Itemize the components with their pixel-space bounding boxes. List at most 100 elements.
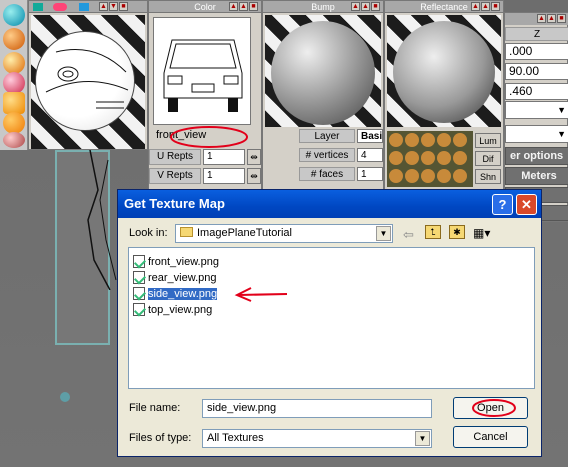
dialog-titlebar[interactable]: Get Texture Map ? ✕ <box>118 190 541 218</box>
chevron-down-icon[interactable]: ▼ <box>376 226 391 241</box>
annotation-circle <box>170 126 248 148</box>
u-repts-link-icon[interactable]: ⇹ <box>247 149 261 165</box>
bump-panel-title-text: Bump <box>311 2 335 12</box>
color-panel-close-icon[interactable]: ■ <box>249 2 258 11</box>
up-folder-icon[interactable]: ⮤ <box>425 225 441 239</box>
viewport-marker <box>60 392 70 402</box>
material-swatch-grid[interactable] <box>387 131 473 187</box>
preview-panel: ▲ ▼ ■ <box>28 0 148 150</box>
look-in-label: Look in: <box>129 227 168 239</box>
coord-value-1[interactable]: .000 <box>505 43 568 60</box>
color-panel-title-text: Color <box>194 2 216 12</box>
meters-button[interactable]: Meters <box>505 167 568 185</box>
preview-sphere <box>35 31 135 131</box>
file-icon <box>133 303 145 316</box>
reflectance-panel-title-text: Reflectance <box>420 2 468 12</box>
file-name: rear_view.png <box>148 272 217 284</box>
color-panel-expand-icon[interactable]: ▲ <box>229 2 238 11</box>
coord-dropdown-2[interactable]: ▼ <box>505 125 568 143</box>
help-button[interactable]: ? <box>492 194 513 215</box>
coord-collapse-icon[interactable]: ▲ <box>547 14 556 23</box>
dropper-tool-icon[interactable] <box>3 72 25 94</box>
bump-panel-title: Bump ▲ ▲ ■ <box>263 1 383 13</box>
folder-icon <box>180 227 193 237</box>
bump-collapse-icon[interactable]: ▲ <box>361 2 370 11</box>
coord-value-2[interactable]: 90.00 <box>505 63 568 80</box>
bump-sphere <box>271 21 375 125</box>
files-of-type-value: All Textures <box>207 432 264 444</box>
files-of-type-dropdown[interactable]: All Textures ▼ <box>202 429 432 448</box>
file-name: top_view.png <box>148 304 213 316</box>
bump-panel: Bump ▲ ▲ ■ Layer # vertices 4 # faces 1 … <box>262 0 384 190</box>
cylinder-tool-icon[interactable] <box>3 92 25 114</box>
faces-value: 1 <box>357 167 383 181</box>
panel-min-icon[interactable]: ▲ <box>99 2 108 11</box>
reflectance-panel: Reflectance ▲ ▲ ■ Lum Dif Shn <box>384 0 504 190</box>
back-arrow-icon[interactable]: ⇦ <box>403 227 414 243</box>
options-button[interactable]: er options <box>505 147 568 165</box>
color-texture-thumbnail[interactable] <box>153 17 251 125</box>
v-repts-label: V Repts <box>149 168 201 184</box>
bump-preview[interactable] <box>265 15 381 127</box>
file-icon <box>133 255 145 268</box>
file-icon <box>133 271 145 284</box>
layer-value[interactable]: Basi <box>357 129 383 143</box>
files-of-type-label: Files of type: <box>129 432 192 444</box>
color-panel-collapse-icon[interactable]: ▲ <box>239 2 248 11</box>
bump-close-icon[interactable]: ■ <box>371 2 380 11</box>
dropdown-arrow-icon: ▼ <box>557 105 566 115</box>
reflectance-preview[interactable] <box>387 15 501 127</box>
z-header: Z <box>505 27 568 41</box>
view-menu-icon[interactable]: ▦▾ <box>473 226 490 240</box>
file-item-selected[interactable]: side_view.png <box>133 286 218 302</box>
preview-canvas[interactable] <box>31 15 145 149</box>
file-list[interactable]: front_view.png rear_view.png side_view.p… <box>128 247 535 389</box>
shn-button[interactable]: Shn <box>475 169 501 184</box>
material-icon[interactable] <box>53 3 67 11</box>
coord-dropdown-1[interactable]: ▼ <box>505 101 568 119</box>
color-panel: Color ▲ ▲ ■ front_view U Repts 1 ⇹ V Rep… <box>148 0 262 190</box>
coord-close-icon[interactable]: ■ <box>557 14 566 23</box>
dif-button[interactable]: Dif <box>475 151 501 166</box>
layer-label: Layer <box>299 129 355 143</box>
gem-icon[interactable] <box>79 3 89 11</box>
lum-button[interactable]: Lum <box>475 133 501 148</box>
new-folder-icon[interactable]: ✱ <box>449 225 465 239</box>
close-button[interactable]: ✕ <box>516 194 537 215</box>
sphere-tool-icon[interactable] <box>3 4 25 26</box>
file-item[interactable]: front_view.png <box>133 254 219 270</box>
file-item[interactable]: top_view.png <box>133 302 212 318</box>
cancel-button[interactable]: Cancel <box>453 426 528 448</box>
coord-expand-icon[interactable]: ▲ <box>537 14 546 23</box>
stripe-tool-icon[interactable] <box>3 132 25 148</box>
file-name-input[interactable]: side_view.png <box>202 399 432 418</box>
chevron-down-icon[interactable]: ▼ <box>415 431 430 446</box>
v-repts-link-icon[interactable]: ⇹ <box>247 168 261 184</box>
ball-tool-icon[interactable] <box>3 112 25 134</box>
panel-resize-icon[interactable]: ▼ <box>109 2 118 11</box>
panel-close-icon[interactable]: ■ <box>119 2 128 11</box>
v-repts-input[interactable]: 1 <box>203 168 245 184</box>
file-item[interactable]: rear_view.png <box>133 270 217 286</box>
u-repts-input[interactable]: 1 <box>203 149 245 165</box>
brush-tool-icon[interactable] <box>3 52 25 74</box>
reflectance-close-icon[interactable]: ■ <box>491 2 500 11</box>
reflectance-collapse-icon[interactable]: ▲ <box>481 2 490 11</box>
coord-value-3[interactable]: .460 <box>505 83 568 100</box>
file-icon <box>133 287 145 300</box>
look-in-value: ImagePlaneTutorial <box>197 227 292 239</box>
faces-label: # faces <box>299 167 355 181</box>
color-panel-title: Color ▲ ▲ ■ <box>149 1 261 13</box>
funnel-tool-icon[interactable] <box>3 28 25 50</box>
reflectance-expand-icon[interactable]: ▲ <box>471 2 480 11</box>
get-texture-map-dialog: Get Texture Map ? ✕ Look in: ImagePlaneT… <box>117 189 542 457</box>
material-toolbar <box>0 0 28 150</box>
look-in-dropdown[interactable]: ImagePlaneTutorial ▼ <box>175 224 393 243</box>
coordinate-panel-header: ▲ ▲ ■ <box>505 13 568 25</box>
preview-icon[interactable] <box>33 3 43 11</box>
file-name: front_view.png <box>148 256 219 268</box>
vertices-label: # vertices <box>299 148 355 162</box>
bump-expand-icon[interactable]: ▲ <box>351 2 360 11</box>
car-wireframe <box>87 150 117 290</box>
dialog-title: Get Texture Map <box>124 196 225 211</box>
